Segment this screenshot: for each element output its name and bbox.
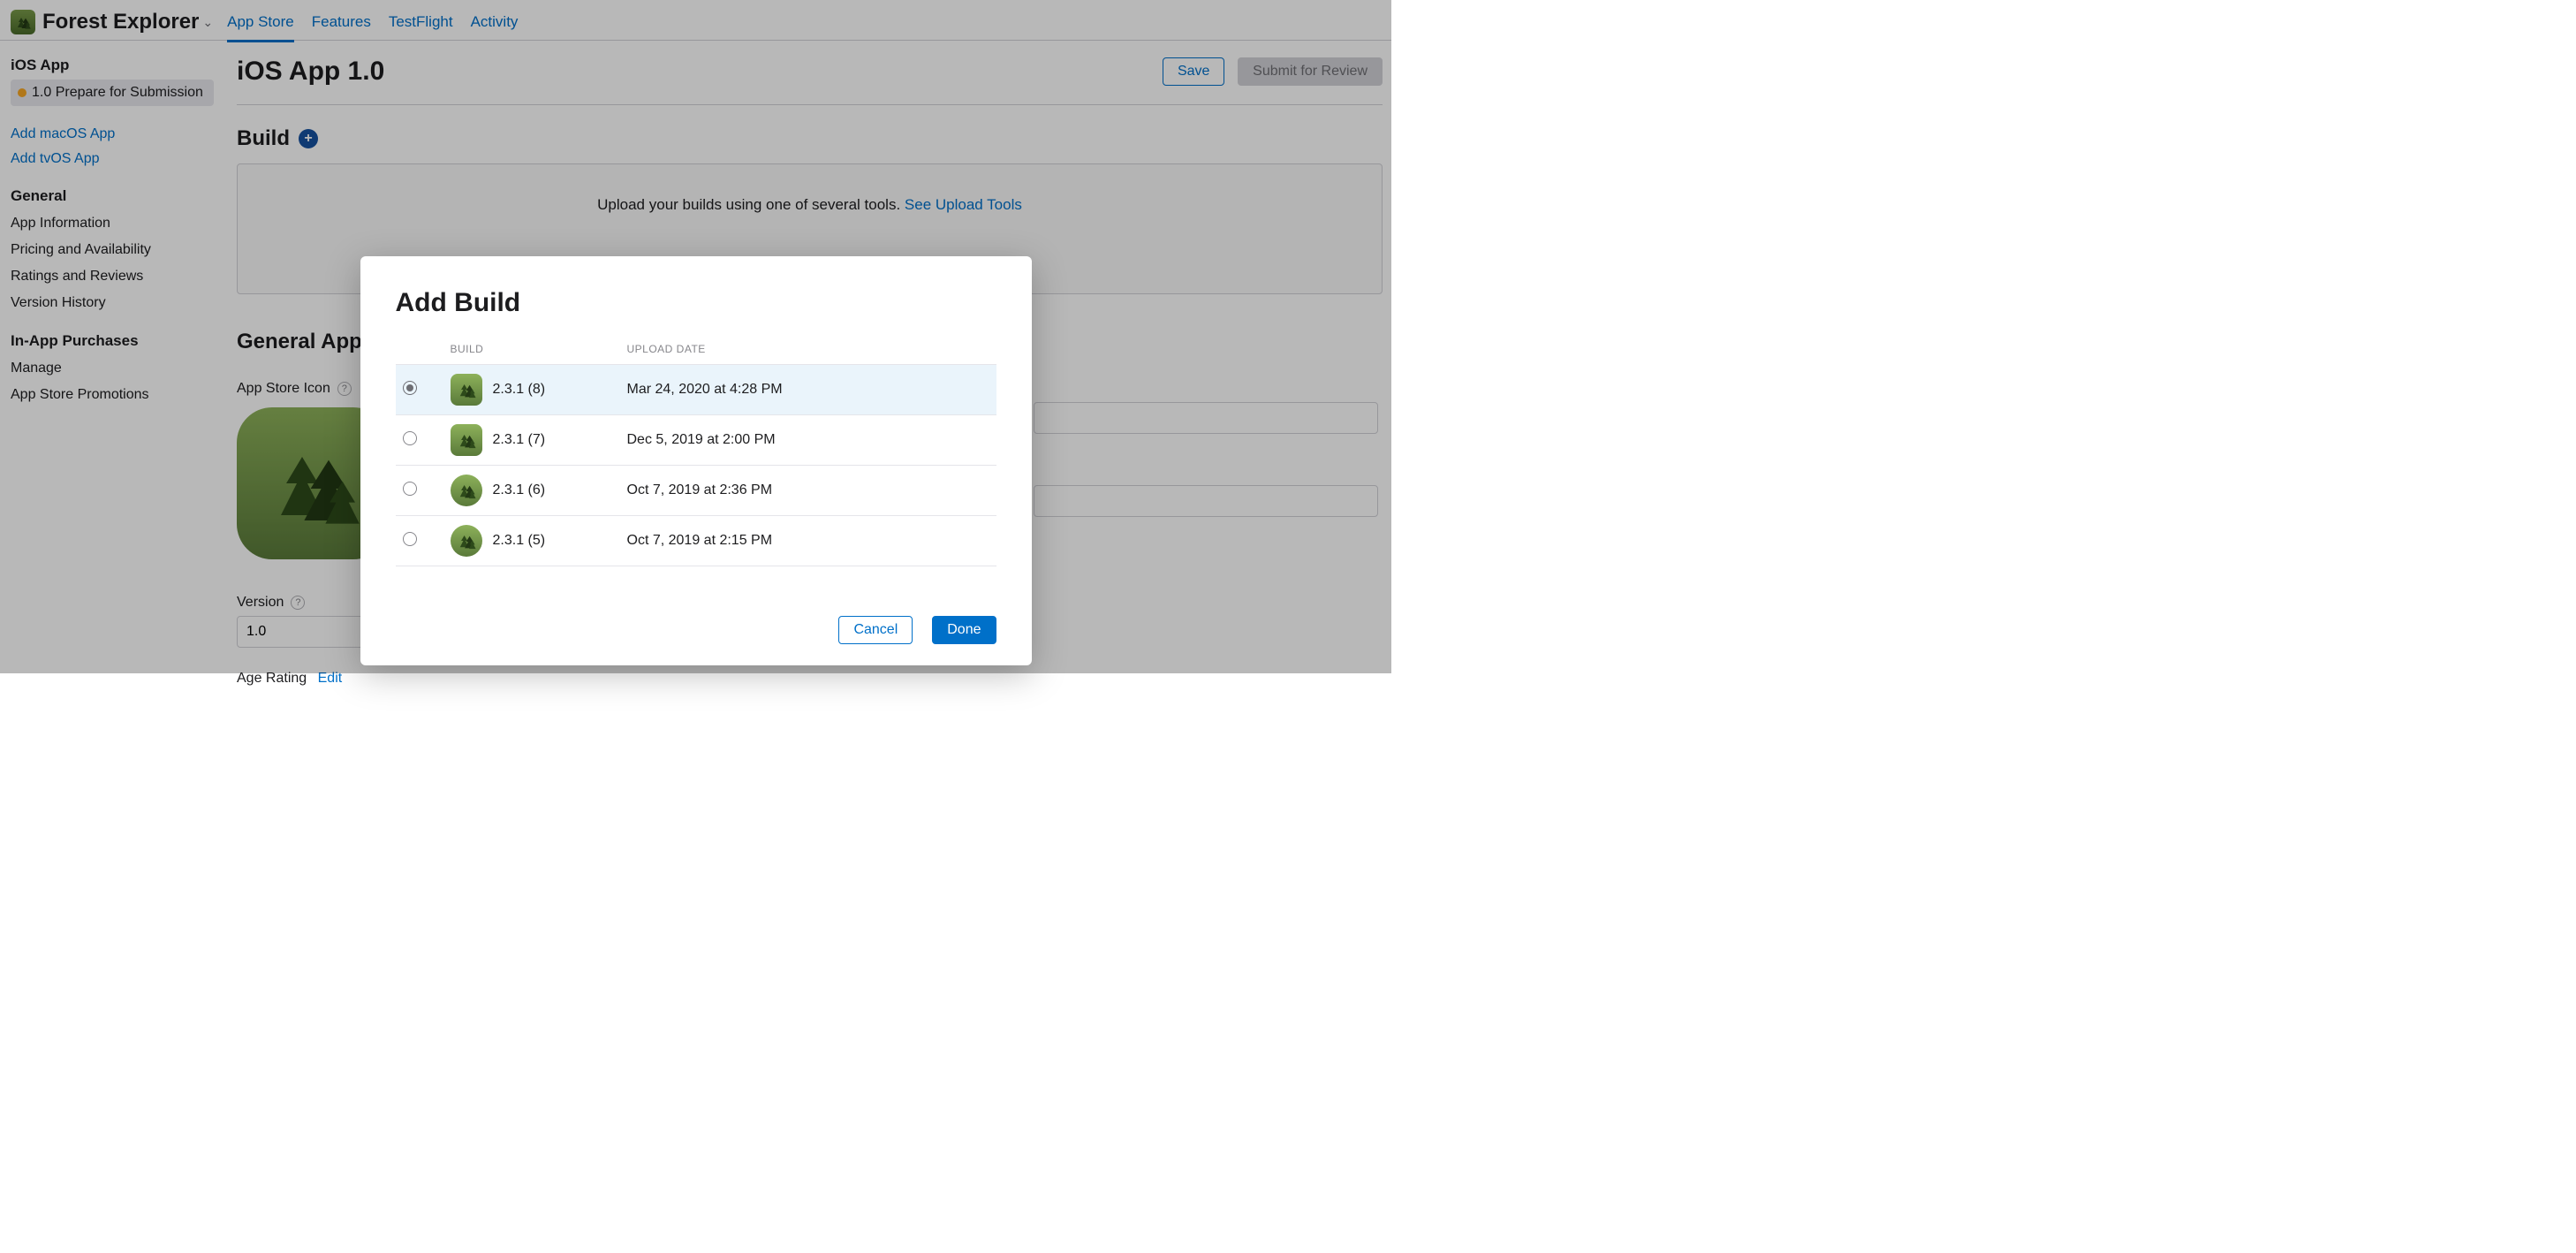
- modal-overlay: Add Build BUILD UPLOAD DATE 2.3.1 (8) Mar…: [0, 0, 1391, 673]
- build-app-icon: [451, 374, 482, 406]
- build-version: 2.3.1 (5): [493, 533, 546, 549]
- build-row[interactable]: 2.3.1 (5) Oct 7, 2019 at 2:15 PM: [396, 516, 996, 566]
- build-version: 2.3.1 (6): [493, 482, 546, 498]
- build-date: Dec 5, 2019 at 2:00 PM: [620, 415, 996, 466]
- build-app-icon: [451, 424, 482, 456]
- build-app-icon: [451, 525, 482, 557]
- build-date: Oct 7, 2019 at 2:15 PM: [620, 516, 996, 566]
- modal-title: Add Build: [396, 288, 996, 318]
- col-upload-date: UPLOAD DATE: [620, 334, 996, 365]
- radio-button[interactable]: [403, 532, 417, 546]
- build-date: Mar 24, 2020 at 4:28 PM: [620, 365, 996, 415]
- build-row[interactable]: 2.3.1 (7) Dec 5, 2019 at 2:00 PM: [396, 415, 996, 466]
- radio-button[interactable]: [403, 431, 417, 445]
- add-build-modal: Add Build BUILD UPLOAD DATE 2.3.1 (8) Mar…: [360, 256, 1032, 665]
- build-row[interactable]: 2.3.1 (8) Mar 24, 2020 at 4:28 PM: [396, 365, 996, 415]
- radio-button[interactable]: [403, 381, 417, 395]
- cancel-button[interactable]: Cancel: [838, 616, 913, 644]
- build-table: BUILD UPLOAD DATE 2.3.1 (8) Mar 24, 2020 …: [396, 334, 996, 566]
- col-build: BUILD: [443, 334, 620, 365]
- radio-button[interactable]: [403, 482, 417, 496]
- build-date: Oct 7, 2019 at 2:36 PM: [620, 466, 996, 516]
- build-version: 2.3.1 (7): [493, 432, 546, 448]
- build-version: 2.3.1 (8): [493, 382, 546, 398]
- build-row[interactable]: 2.3.1 (6) Oct 7, 2019 at 2:36 PM: [396, 466, 996, 516]
- done-button[interactable]: Done: [932, 616, 996, 644]
- build-app-icon: [451, 475, 482, 506]
